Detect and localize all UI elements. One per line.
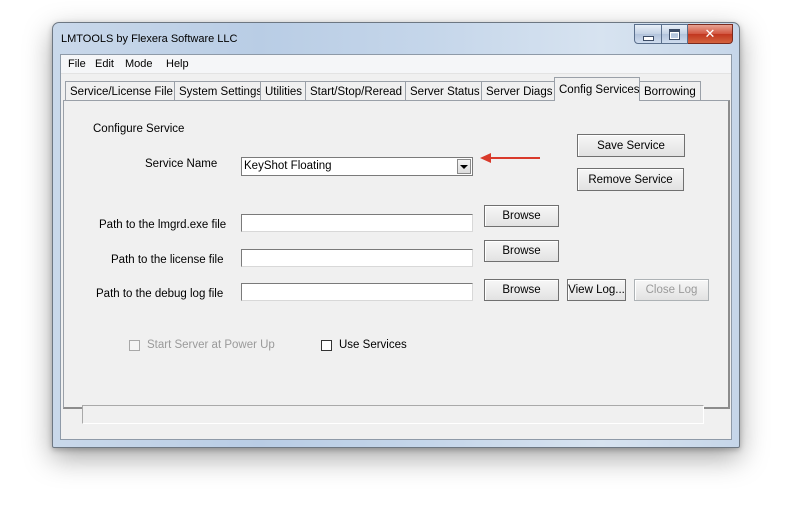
dropdown-button[interactable] (457, 159, 471, 174)
remove-service-button[interactable]: Remove Service (577, 168, 684, 191)
tab-strip: Service/License File System Settings Uti… (61, 75, 731, 101)
client-area: File Edit Mode Help Service/License File… (60, 54, 732, 440)
close-button[interactable]: ✕ (688, 24, 733, 44)
lmtools-window: LMTOOLS by Flexera Software LLC ✕ File E… (52, 22, 740, 448)
menu-edit[interactable]: Edit (95, 58, 114, 70)
minimize-button[interactable] (634, 24, 662, 44)
browse-debug-log-button[interactable]: Browse (484, 279, 559, 301)
menu-bar: File Edit Mode Help (61, 55, 731, 74)
service-name-combobox[interactable]: KeyShot Floating (241, 157, 473, 176)
tab-config-services[interactable]: Config Services (554, 77, 640, 101)
tab-utilities[interactable]: Utilities (260, 81, 307, 101)
close-icon: ✕ (704, 26, 716, 41)
close-log-button[interactable]: Close Log (634, 279, 709, 301)
chevron-down-icon (460, 164, 468, 169)
caption-buttons: ✕ (634, 24, 733, 44)
menu-file[interactable]: File (68, 58, 86, 70)
tab-server-diags[interactable]: Server Diags (481, 81, 555, 101)
title-bar[interactable]: LMTOOLS by Flexera Software LLC ✕ (53, 23, 739, 53)
tab-label: Server Status (410, 85, 480, 98)
debug-log-path-label: Path to the debug log file (96, 288, 224, 300)
start-at-powerup-checkbox[interactable] (129, 340, 140, 351)
save-service-button[interactable]: Save Service (577, 134, 685, 157)
menu-help[interactable]: Help (166, 58, 189, 70)
configure-service-heading: Configure Service (93, 123, 185, 135)
menu-mode[interactable]: Mode (125, 58, 153, 70)
red-arrow-icon (480, 153, 540, 163)
start-at-powerup-label: Start Server at Power Up (147, 339, 275, 351)
tab-label: Service/License File (70, 85, 173, 98)
service-name-value: KeyShot Floating (244, 160, 332, 172)
tab-label: System Settings (179, 85, 263, 98)
maximize-icon (669, 28, 680, 40)
maximize-button[interactable] (662, 24, 688, 44)
view-log-button[interactable]: View Log... (567, 279, 626, 301)
tab-label: Utilities (265, 85, 303, 98)
config-services-panel: Configure Service Service Name KeyShot F… (63, 100, 730, 409)
browse-lmgrd-button[interactable]: Browse (484, 205, 559, 227)
tab-start-stop-reread[interactable]: Start/Stop/Reread (305, 81, 407, 101)
tab-label: Start/Stop/Reread (310, 85, 403, 98)
debug-log-path-input[interactable] (241, 283, 473, 301)
tab-service-license-file[interactable]: Service/License File (65, 81, 177, 101)
minimize-icon (642, 35, 654, 41)
status-bar (82, 405, 704, 424)
tab-label: Config Services (559, 83, 640, 96)
tab-server-status[interactable]: Server Status (405, 81, 483, 101)
browse-license-button[interactable]: Browse (484, 240, 559, 262)
lmgrd-path-input[interactable] (241, 214, 473, 232)
tab-label: Borrowing (644, 85, 696, 98)
lmgrd-path-label: Path to the lmgrd.exe file (99, 219, 227, 231)
tab-borrowing[interactable]: Borrowing (639, 81, 701, 101)
license-path-input[interactable] (241, 249, 473, 267)
use-services-label: Use Services (339, 339, 407, 351)
use-services-checkbox[interactable] (321, 340, 332, 351)
tab-label: Server Diags (486, 85, 553, 98)
license-path-label: Path to the license file (111, 254, 224, 266)
window-title: LMTOOLS by Flexera Software LLC (61, 33, 238, 45)
tab-system-settings[interactable]: System Settings (174, 81, 263, 101)
service-name-label: Service Name (145, 158, 218, 170)
